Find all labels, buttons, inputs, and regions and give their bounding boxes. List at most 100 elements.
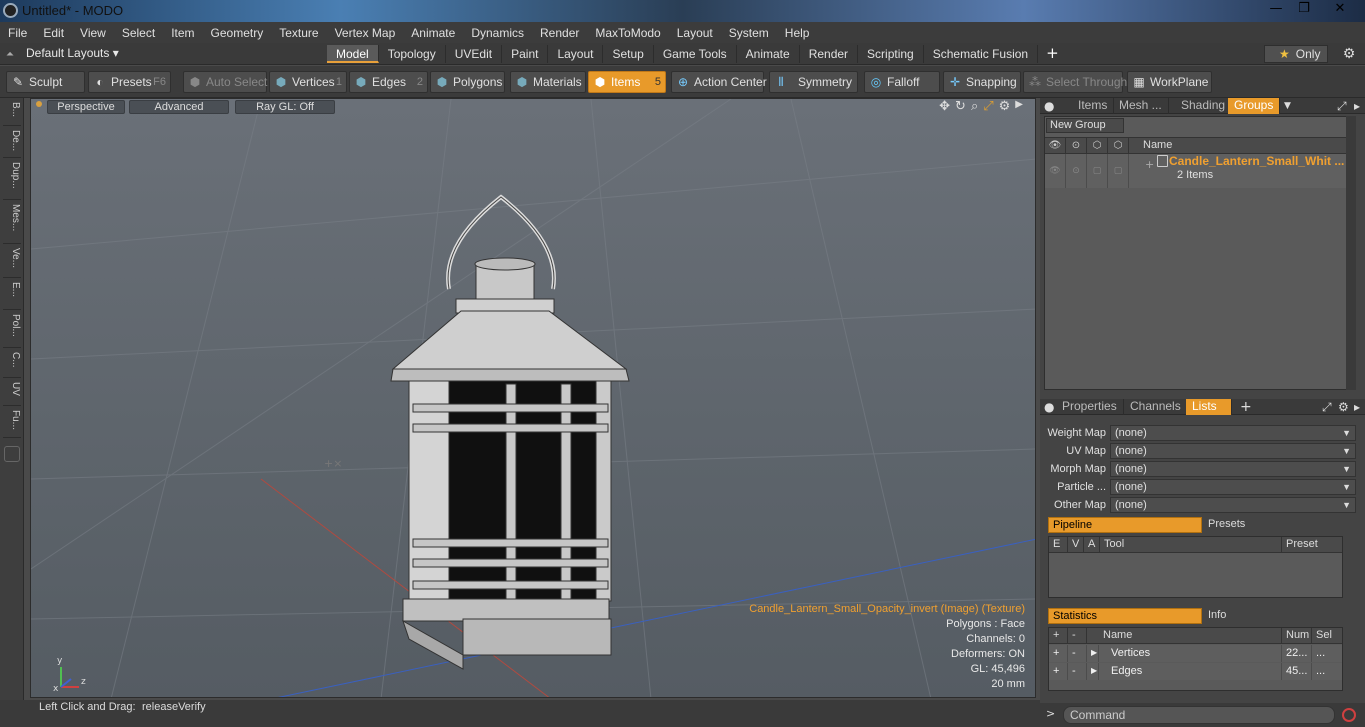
menu-item[interactable]: Item (163, 26, 202, 40)
action-center-button[interactable]: ⊕ Action Center (671, 71, 767, 93)
menu-layout[interactable]: Layout (669, 26, 721, 40)
strip-tab-basic[interactable]: B... (3, 100, 21, 126)
3d-viewport[interactable]: +× y x z Perspective Advanced Ray GL: Of… (30, 98, 1036, 698)
maximize-button[interactable]: ❐ (1290, 0, 1318, 18)
auto-select-button[interactable]: ⬢ Auto Select (183, 71, 267, 93)
strip-tab-mesh[interactable]: Mes... (3, 202, 21, 244)
viewport-status-icon[interactable] (36, 101, 42, 107)
items-button[interactable]: ⬢ Items 5 (588, 71, 666, 93)
snapping-button[interactable]: ✛ Snapping (943, 71, 1021, 93)
name-column-header[interactable]: Name (1143, 139, 1172, 151)
tab-layout[interactable]: Layout (548, 45, 604, 63)
stats-col-num[interactable]: Num (1282, 628, 1312, 644)
move-view-icon[interactable]: ✥ (939, 99, 950, 115)
only-filter-button[interactable]: ★ Only (1264, 45, 1328, 63)
menu-edit[interactable]: Edit (35, 26, 72, 40)
raygl-toggle[interactable]: Ray GL: Off (235, 100, 335, 114)
panel-dot-icon[interactable]: ● (1044, 98, 1054, 114)
pipeline-col-a[interactable]: A (1084, 537, 1100, 553)
strip-tab-polygon[interactable]: Pol... (3, 312, 21, 348)
falloff-button[interactable]: ◎ Falloff (864, 71, 940, 93)
uv-map-select[interactable]: (none) ▼ (1110, 443, 1356, 459)
row-render-checkbox[interactable]: ▢ (1108, 154, 1129, 188)
strip-tab-curve[interactable]: C... (3, 350, 21, 378)
other-map-select[interactable]: (none) ▼ (1110, 497, 1356, 513)
expand-row-icon[interactable]: ▶ (1087, 645, 1099, 662)
group-row[interactable]: 👁 ⊙ ▢ ▢ + Candle_Lantern_Small_Whit ... … (1045, 154, 1346, 188)
tab-items[interactable]: Items (1072, 98, 1115, 114)
tab-channels[interactable]: Channels (1124, 399, 1188, 415)
menu-animate[interactable]: Animate (403, 26, 463, 40)
menu-file[interactable]: File (0, 26, 35, 40)
menu-system[interactable]: System (721, 26, 777, 40)
tab-properties[interactable]: Properties (1056, 399, 1124, 415)
tab-model[interactable]: Model (327, 45, 379, 63)
command-input[interactable]: Command (1063, 706, 1335, 724)
lock-column-icon[interactable]: ⊙ (1066, 138, 1087, 154)
tab-render[interactable]: Render (800, 45, 859, 63)
gear-icon[interactable]: ⚙ (1340, 45, 1358, 63)
strip-tab-fusion[interactable]: Fu... (3, 408, 21, 438)
pipeline-col-e[interactable]: E (1049, 537, 1068, 553)
table-row[interactable]: + - ▶ Edges 45... ... (1049, 663, 1342, 680)
materials-button[interactable]: ⬢ Materials (510, 71, 586, 93)
row-add-button[interactable]: + (1049, 645, 1068, 662)
particle-map-select[interactable]: (none) ▼ (1110, 479, 1356, 495)
groups-scrollbar[interactable] (1346, 116, 1356, 390)
row-remove-button[interactable]: - (1068, 645, 1087, 662)
menu-view[interactable]: View (72, 26, 114, 40)
vertices-button[interactable]: ⬢ Vertices 1 (269, 71, 347, 93)
panel-dropdown-icon[interactable]: ▼ (1284, 98, 1291, 114)
new-group-button[interactable]: New Group (1046, 118, 1124, 133)
render-column-icon[interactable]: ⬡ (1108, 138, 1129, 154)
pipeline-col-v[interactable]: V (1068, 537, 1084, 553)
panel-expand-icon[interactable]: ⤢ (1337, 98, 1347, 114)
tab-topology[interactable]: Topology (379, 45, 446, 63)
tab-shading[interactable]: Shading (1175, 98, 1233, 114)
morph-map-select[interactable]: (none) ▼ (1110, 461, 1356, 477)
weight-map-select[interactable]: (none) ▼ (1110, 425, 1356, 441)
fit-view-icon[interactable]: ⤢ (983, 99, 993, 115)
row-select-checkbox[interactable]: ▢ (1087, 154, 1108, 188)
tab-schematic-fusion[interactable]: Schematic Fusion (924, 45, 1039, 63)
pipeline-col-tool[interactable]: Tool (1100, 537, 1282, 553)
menu-vertex-map[interactable]: Vertex Map (327, 26, 404, 40)
polygons-button[interactable]: ⬢ Polygons (430, 71, 505, 93)
presets-button[interactable]: ◐ Presets F6 (88, 71, 171, 93)
stats-col-name[interactable]: Name (1099, 628, 1282, 644)
menu-select[interactable]: Select (114, 26, 163, 40)
menu-geometry[interactable]: Geometry (203, 26, 272, 40)
row-lock-icon[interactable]: ⊙ (1066, 154, 1087, 188)
visibility-column-icon[interactable]: 👁 (1045, 138, 1066, 154)
edges-button[interactable]: ⬢ Edges 2 (349, 71, 428, 93)
default-layouts-dropdown[interactable]: ⏶ Default Layouts ▾ (6, 46, 119, 60)
stats-col-minus[interactable]: - (1068, 628, 1087, 644)
lantern-model[interactable] (390, 194, 630, 670)
menu-texture[interactable]: Texture (271, 26, 326, 40)
menu-render[interactable]: Render (532, 26, 587, 40)
advanced-shading-button[interactable]: Advanced (129, 100, 229, 114)
tab-game-tools[interactable]: Game Tools (654, 45, 737, 63)
minimize-button[interactable]: — (1262, 0, 1290, 18)
strip-tab-duplicate[interactable]: Dup... (3, 160, 21, 200)
stats-col-sel[interactable]: Sel (1312, 628, 1342, 644)
tab-paint[interactable]: Paint (502, 45, 549, 63)
strip-tab-deform[interactable]: De... (3, 128, 21, 158)
pipeline-col-preset[interactable]: Preset (1282, 537, 1342, 553)
row-visibility-icon[interactable]: 👁 (1045, 154, 1066, 188)
select-through-button[interactable]: ⁂ Select Through (1023, 71, 1127, 93)
viewport-menu-icon[interactable]: ▶ (1015, 99, 1023, 115)
expand-row-icon[interactable]: ▶ (1087, 663, 1099, 680)
viewport-settings-icon[interactable]: ⚙ (999, 99, 1011, 115)
sculpt-button[interactable]: ✎ Sculpt (6, 71, 85, 93)
perspective-view-button[interactable]: Perspective (47, 100, 125, 114)
menu-dynamics[interactable]: Dynamics (463, 26, 532, 40)
menu-help[interactable]: Help (777, 26, 818, 40)
row-add-button[interactable]: + (1049, 663, 1068, 680)
record-macro-icon[interactable] (1342, 708, 1356, 722)
row-remove-button[interactable]: - (1068, 663, 1087, 680)
panel-dot-icon-2[interactable]: ● (1044, 399, 1054, 415)
tab-mesh[interactable]: Mesh ... (1113, 98, 1169, 114)
add-layout-tab-button[interactable]: + (1038, 45, 1067, 64)
tab-animate[interactable]: Animate (737, 45, 800, 63)
